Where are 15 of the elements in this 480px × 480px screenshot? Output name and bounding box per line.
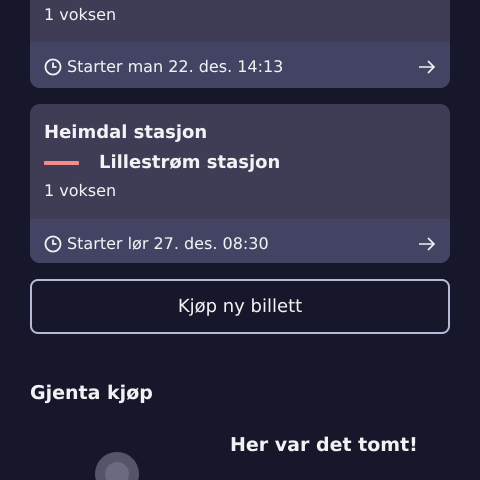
arrow-right-icon <box>418 236 436 251</box>
clock-icon <box>44 58 62 76</box>
clock-icon <box>44 234 62 253</box>
arrow-right-icon <box>418 60 436 74</box>
ticket-card[interactable]: 1 voksen Starter man 22. des. 14:13 <box>30 0 450 88</box>
start-time: Starter lør 27. des. 08:30 <box>67 234 270 254</box>
ticket-card[interactable]: Heimdal stasjon Lillestrøm stasjon 1 voksen Starter lør 27. des. 08:30 <box>30 104 450 263</box>
passenger-count: 1 voksen <box>44 5 118 25</box>
origin-station: Heimdal stasjon <box>44 121 208 146</box>
start-time: Starter man 22. des. 14:13 <box>67 57 284 76</box>
destination-station: Lillestrøm stasjon <box>99 151 280 176</box>
section-title: Gjenta kjøp <box>30 382 154 404</box>
empty-state-title: Her var det tomt! <box>230 434 418 458</box>
buy-ticket-button[interactable]: Kjøp ny billett <box>30 278 450 334</box>
passenger-count: 1 voksen <box>44 181 118 202</box>
